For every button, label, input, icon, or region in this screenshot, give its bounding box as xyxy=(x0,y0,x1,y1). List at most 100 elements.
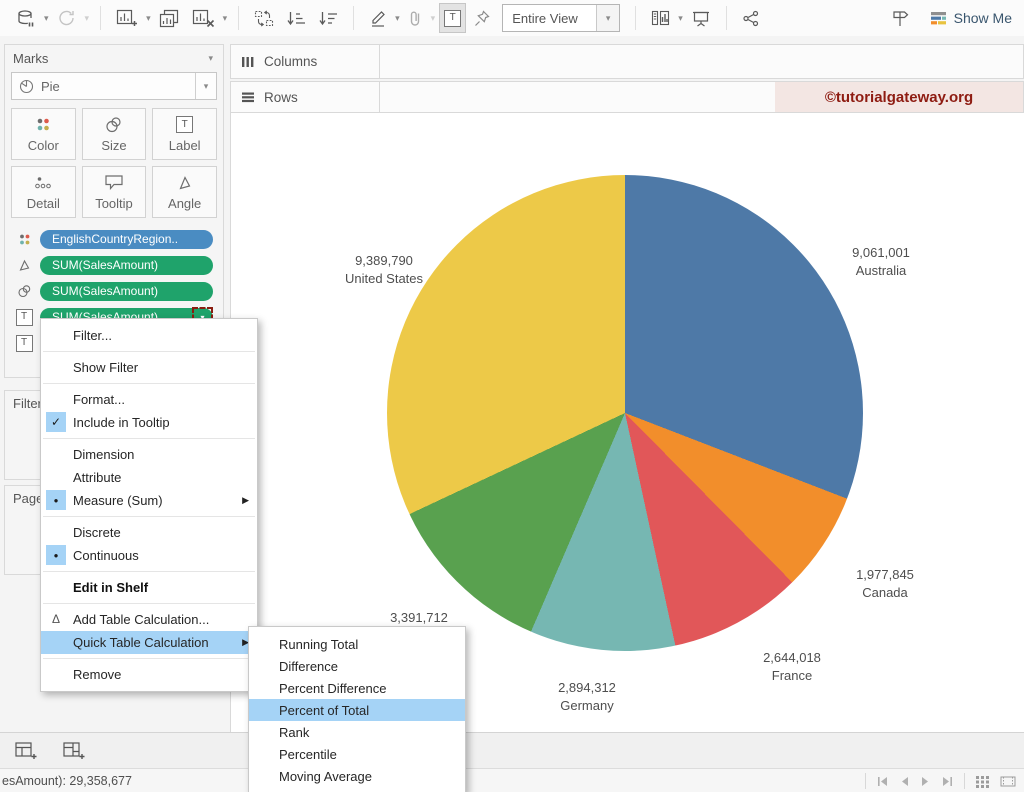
menu-item-label: Discrete xyxy=(73,525,121,540)
data-source-button[interactable] xyxy=(12,4,40,32)
submenu-item-running-total[interactable]: Running Total xyxy=(249,633,465,655)
show-sheet-sorter-button[interactable] xyxy=(975,775,990,788)
label-mark-icon: T xyxy=(13,309,35,326)
menu-item-show-filter[interactable]: Show Filter xyxy=(41,356,257,379)
caret-down-icon[interactable]: ▾ xyxy=(678,14,683,23)
menu-item-label: Continuous xyxy=(73,548,139,563)
pie-chart[interactable] xyxy=(387,175,863,651)
show-me-button[interactable]: Show Me xyxy=(930,10,1014,26)
menu-item-label: Include in Tooltip xyxy=(73,415,170,430)
tooltip-icon xyxy=(104,174,124,192)
pill-englishcountryregion[interactable]: EnglishCountryRegion.. xyxy=(40,230,213,249)
menu-item-edit-in-shelf[interactable]: Edit in Shelf xyxy=(41,576,257,599)
caret-down-icon[interactable]: ▾ xyxy=(395,14,400,23)
marks-button-label[interactable]: TLabel xyxy=(152,108,217,160)
quick-table-calculation-submenu: Running TotalDifferencePercent Differenc… xyxy=(248,626,466,792)
submenu-item-rank[interactable]: Rank xyxy=(249,721,465,743)
menu-item-label: Dimension xyxy=(73,447,134,462)
menu-item-discrete[interactable]: Discrete xyxy=(41,521,257,544)
duplicate-sheet-icon xyxy=(159,9,180,28)
menu-item-label: Quick Table Calculation xyxy=(73,635,209,650)
pill-row: EnglishCountryRegion.. xyxy=(9,226,219,252)
menu-item-remove[interactable]: Remove xyxy=(41,663,257,686)
share-icon xyxy=(742,10,760,27)
pill-sum-salesamount[interactable]: SUM(SalesAmount) xyxy=(40,282,213,301)
refresh-icon xyxy=(57,9,77,27)
menu-item-label: Edit in Shelf xyxy=(73,580,148,595)
pie-label-value: 9,389,790 xyxy=(345,252,423,270)
submenu-item-moving-average[interactable]: Moving Average xyxy=(249,765,465,787)
go-last-button[interactable] xyxy=(941,776,954,787)
marks-button-size[interactable]: Size xyxy=(82,108,147,160)
menu-item-add-table-calculation[interactable]: ΔAdd Table Calculation... xyxy=(41,608,257,631)
show-filmstrip-button[interactable] xyxy=(1000,775,1016,788)
caret-down-icon[interactable]: ▾ xyxy=(223,14,228,23)
marks-button-label: Tooltip xyxy=(95,196,133,211)
highlight-button[interactable] xyxy=(365,4,391,32)
caret-down-icon[interactable]: ▾ xyxy=(146,14,151,23)
fit-selector-caret[interactable]: ▾ xyxy=(596,5,619,31)
refresh-button[interactable] xyxy=(53,4,81,32)
pie-label-france: 2,644,018France xyxy=(763,649,821,685)
clear-sheet-button[interactable] xyxy=(188,4,219,32)
sort-ascending-button[interactable] xyxy=(282,4,310,32)
submenu-item-percentile[interactable]: Percentile xyxy=(249,743,465,765)
columns-shelf-label-cell: Columns xyxy=(231,45,380,78)
go-first-button[interactable] xyxy=(876,776,889,787)
fix-axes-button[interactable] xyxy=(470,4,494,32)
pie-label-value: 3,391,712 xyxy=(390,609,448,627)
toolbar-divider xyxy=(238,6,239,30)
show-hide-cards-button[interactable] xyxy=(647,4,674,32)
new-worksheet-button[interactable] xyxy=(112,4,142,32)
go-next-button[interactable] xyxy=(920,776,931,787)
submenu-item-percent-difference[interactable]: Percent Difference xyxy=(249,677,465,699)
submenu-item-percent-of-total[interactable]: Percent of Total xyxy=(249,699,465,721)
tooltip-guide-button[interactable] xyxy=(886,4,914,32)
columns-shelf[interactable]: Columns xyxy=(230,44,1024,79)
marks-button-label: Color xyxy=(28,138,59,153)
marks-button-detail[interactable]: Detail xyxy=(11,166,76,218)
angle-icon xyxy=(177,174,193,192)
sort-descending-button[interactable] xyxy=(314,4,342,32)
marks-button-angle[interactable]: Angle xyxy=(152,166,217,218)
caret-down-icon[interactable]: ▾ xyxy=(431,14,436,23)
menu-item-measure-sum[interactable]: ●Measure (Sum)▶ xyxy=(41,489,257,512)
mark-type-selector[interactable]: Pie ▾ xyxy=(11,72,217,100)
group-members-button[interactable] xyxy=(404,4,427,32)
caret-down-icon[interactable]: ▾ xyxy=(44,14,49,23)
fit-selector[interactable]: Entire View ▾ xyxy=(502,4,620,32)
go-first-icon xyxy=(876,776,889,787)
menu-item-continuous[interactable]: ●Continuous xyxy=(41,544,257,567)
marks-button-label: Label xyxy=(169,138,201,153)
menu-item-dimension[interactable]: Dimension xyxy=(41,443,257,466)
new-dashboard-tab-button[interactable] xyxy=(58,737,90,765)
caret-down-icon[interactable]: ▾ xyxy=(85,14,90,23)
go-previous-button[interactable] xyxy=(899,776,910,787)
sort-descending-icon xyxy=(318,10,338,27)
menu-separator xyxy=(43,658,255,659)
marks-button-tooltip[interactable]: Tooltip xyxy=(82,166,147,218)
color-mark-icon xyxy=(13,233,35,246)
menu-item-attribute[interactable]: Attribute xyxy=(41,466,257,489)
menu-item-format[interactable]: Format... xyxy=(41,388,257,411)
share-button[interactable] xyxy=(738,4,764,32)
menu-item-gutter xyxy=(46,522,66,542)
menu-item-gutter xyxy=(46,444,66,464)
pie-label-united-kingdom: 3,391,712 xyxy=(390,609,448,627)
size-icon xyxy=(104,116,124,134)
collapse-caret-icon[interactable]: ▾ xyxy=(208,54,213,63)
pill-sum-salesamount[interactable]: SUM(SalesAmount) xyxy=(40,256,213,275)
presentation-mode-button[interactable] xyxy=(687,4,715,32)
duplicate-sheet-button[interactable] xyxy=(155,4,184,32)
rows-shelf[interactable]: Rows ©tutorialgateway.org xyxy=(230,81,1024,113)
new-worksheet-tab-button[interactable] xyxy=(10,737,42,765)
submenu-item-difference[interactable]: Difference xyxy=(249,655,465,677)
marks-button-color[interactable]: Color xyxy=(11,108,76,160)
show-mark-labels-button[interactable]: T xyxy=(439,3,466,33)
menu-item-include-in-tooltip[interactable]: ✓Include in Tooltip xyxy=(41,411,257,434)
menu-item-filter[interactable]: Filter... xyxy=(41,324,257,347)
swap-rows-columns-button[interactable] xyxy=(250,4,278,32)
menu-item-quick-table-calculation[interactable]: Quick Table Calculation▶ xyxy=(41,631,257,654)
new-worksheet-icon xyxy=(116,9,138,28)
mark-type-caret[interactable]: ▾ xyxy=(195,73,216,99)
